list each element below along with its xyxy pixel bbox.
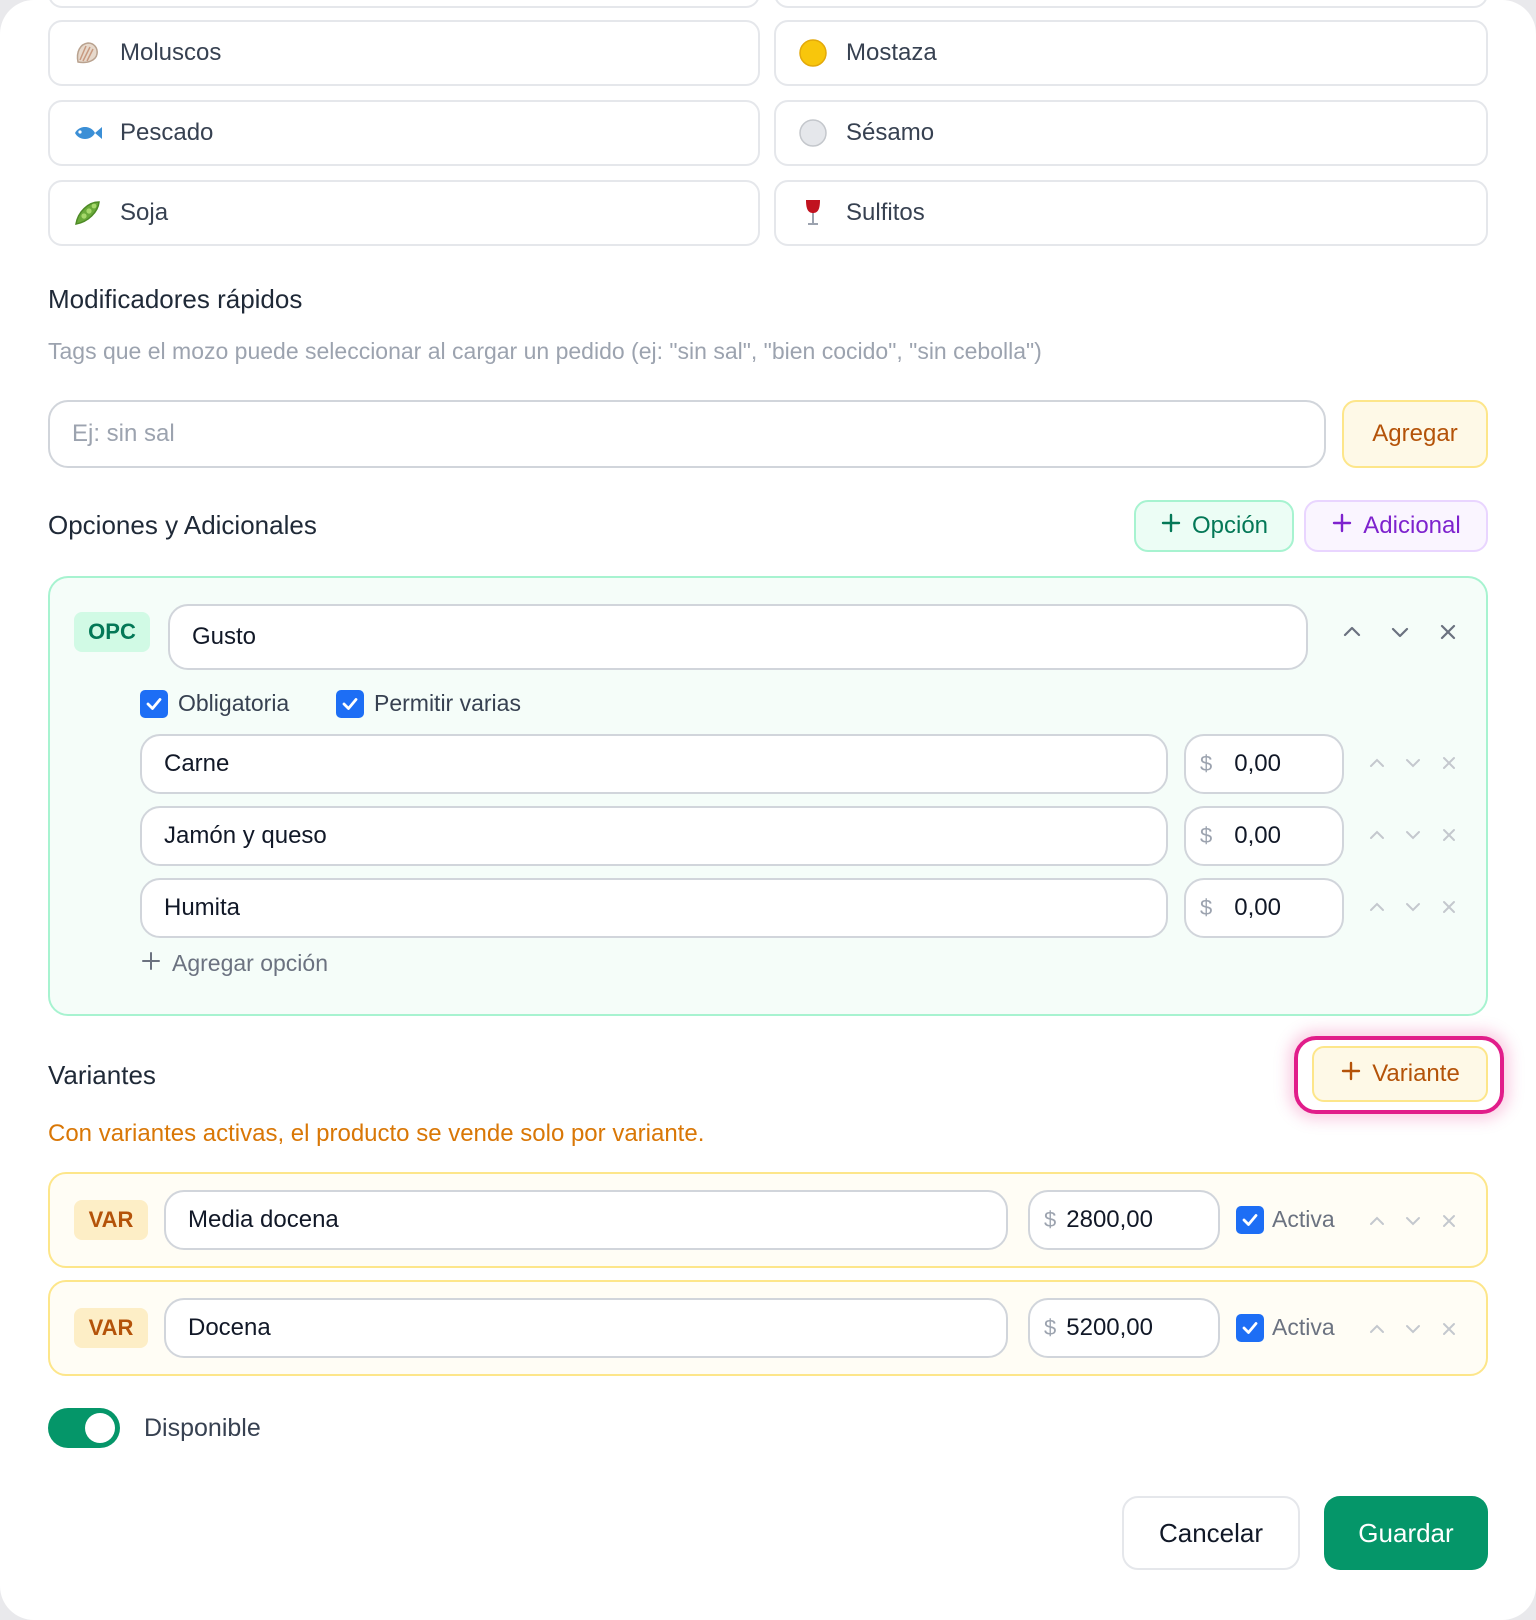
option-price-value: 0,00 <box>1234 894 1281 921</box>
multiple-label: Permitir varias <box>374 690 521 716</box>
currency-symbol: $ <box>1200 751 1213 776</box>
variant-active-checkbox[interactable] <box>1236 1314 1264 1342</box>
quick-modifiers-title: Modificadores rápidos <box>48 284 303 314</box>
variant-active-label: Activa <box>1272 1314 1335 1340</box>
allergen-card-partial[interactable] <box>774 0 1488 8</box>
wine-glass-icon <box>796 196 830 230</box>
allergen-label: Moluscos <box>120 39 222 66</box>
plus-icon <box>140 950 162 977</box>
mustard-dot-icon <box>796 36 830 70</box>
move-variant-up-icon[interactable] <box>1362 1206 1392 1236</box>
move-variant-up-icon[interactable] <box>1362 1314 1392 1344</box>
add-extra-button[interactable]: Adicional <box>1304 500 1488 552</box>
remove-variant-icon[interactable] <box>1434 1206 1464 1236</box>
allergen-label: Mostaza <box>846 39 937 66</box>
add-option-group-label: Opción <box>1191 512 1269 539</box>
option-name-input[interactable]: Jamón y queso <box>140 806 1168 866</box>
allergen-card-sesamo[interactable]: Sésamo <box>774 100 1488 166</box>
quick-modifier-input[interactable]: Ej: sin sal <box>48 400 1326 468</box>
allergen-card-mostaza[interactable]: Mostaza <box>774 20 1488 86</box>
add-extra-label: Adicional <box>1363 512 1461 539</box>
allergen-card-sulfitos[interactable]: Sulfitos <box>774 180 1488 246</box>
plus-icon <box>1331 512 1353 541</box>
variant-price-value: 2800,00 <box>1066 1206 1154 1233</box>
add-variant-button[interactable]: Variante <box>1312 1046 1488 1102</box>
save-button[interactable]: Guardar <box>1324 1496 1488 1570</box>
remove-variant-icon[interactable] <box>1434 1314 1464 1344</box>
variant-row: VAR Media docena $ 2800,00 Activa <box>48 1172 1488 1268</box>
option-price-input[interactable]: $ 0,00 <box>1184 806 1344 866</box>
availability-toggle[interactable] <box>48 1408 120 1448</box>
shell-icon <box>70 36 104 70</box>
move-variant-down-icon[interactable] <box>1398 1314 1428 1344</box>
move-option-up-icon[interactable] <box>1362 748 1392 778</box>
quick-modifiers-hint: Tags que el mozo puede seleccionar al ca… <box>48 338 1042 364</box>
currency-symbol: $ <box>1200 823 1213 848</box>
multiple-checkbox[interactable] <box>336 690 364 718</box>
currency-symbol: $ <box>1044 1207 1057 1232</box>
required-label: Obligatoria <box>178 690 290 716</box>
allergen-card-partial[interactable] <box>48 0 760 8</box>
option-price-input[interactable]: $ 0,00 <box>1184 734 1344 794</box>
toggle-knob <box>85 1413 115 1443</box>
variants-section-title: Variantes <box>48 1060 156 1090</box>
move-option-down-icon[interactable] <box>1398 748 1428 778</box>
allergen-card-moluscos[interactable]: Moluscos <box>48 20 760 86</box>
move-option-down-icon[interactable] <box>1398 892 1428 922</box>
pea-pod-icon <box>70 196 104 230</box>
remove-option-icon[interactable] <box>1434 820 1464 850</box>
variant-name-input[interactable]: Media docena <box>164 1190 1008 1250</box>
move-option-up-icon[interactable] <box>1362 820 1392 850</box>
option-group-tag: OPC <box>74 612 150 652</box>
option-group-card: OPC Gusto Obligatoria Permitir varias Ca… <box>48 576 1488 1016</box>
variant-price-value: 5200,00 <box>1066 1314 1154 1341</box>
option-name-input[interactable]: Carne <box>140 734 1168 794</box>
variant-price-input[interactable]: $ 5200,00 <box>1028 1298 1220 1358</box>
variant-row: VAR Docena $ 5200,00 Activa <box>48 1280 1488 1376</box>
add-option-item-label: Agregar opción <box>172 950 328 976</box>
add-option-group-button[interactable]: Opción <box>1134 500 1294 552</box>
variant-active-checkbox[interactable] <box>1236 1206 1264 1234</box>
allergen-label: Soja <box>120 199 169 226</box>
move-group-up-icon[interactable] <box>1334 614 1370 650</box>
product-edit-modal: Moluscos Mostaza Pescado Sésamo Soja Sul… <box>0 0 1536 1620</box>
option-group-name-input[interactable]: Gusto <box>168 604 1308 670</box>
option-name-input[interactable]: Humita <box>140 878 1168 938</box>
add-option-item-button[interactable]: Agregar opción <box>140 950 328 977</box>
variant-tag: VAR <box>74 1308 148 1348</box>
allergen-label: Sésamo <box>846 119 935 146</box>
variants-warning: Con variantes activas, el producto se ve… <box>48 1120 705 1147</box>
move-variant-down-icon[interactable] <box>1398 1206 1428 1236</box>
cancel-button[interactable]: Cancelar <box>1122 1496 1300 1570</box>
required-checkbox[interactable] <box>140 690 168 718</box>
option-price-input[interactable]: $ 0,00 <box>1184 878 1344 938</box>
remove-option-icon[interactable] <box>1434 748 1464 778</box>
allergen-card-soja[interactable]: Soja <box>48 180 760 246</box>
move-group-down-icon[interactable] <box>1382 614 1418 650</box>
add-variant-label: Variante <box>1372 1060 1460 1087</box>
currency-symbol: $ <box>1044 1315 1057 1340</box>
variant-tag: VAR <box>74 1200 148 1240</box>
variant-active-label: Activa <box>1272 1206 1335 1232</box>
plus-icon <box>1340 1060 1362 1089</box>
allergen-card-pescado[interactable]: Pescado <box>48 100 760 166</box>
add-modifier-button[interactable]: Agregar <box>1342 400 1488 468</box>
availability-label: Disponible <box>144 1414 261 1442</box>
remove-group-icon[interactable] <box>1430 614 1466 650</box>
allergen-label: Pescado <box>120 119 214 146</box>
option-price-value: 0,00 <box>1234 750 1281 777</box>
plus-icon <box>1160 512 1182 541</box>
variant-price-input[interactable]: $ 2800,00 <box>1028 1190 1220 1250</box>
options-section-title: Opciones y Adicionales <box>48 510 317 540</box>
sesame-dot-icon <box>796 116 830 150</box>
variant-name-input[interactable]: Docena <box>164 1298 1008 1358</box>
option-price-value: 0,00 <box>1234 822 1281 849</box>
move-option-down-icon[interactable] <box>1398 820 1428 850</box>
fish-icon <box>70 116 104 150</box>
move-option-up-icon[interactable] <box>1362 892 1392 922</box>
allergen-label: Sulfitos <box>846 199 925 226</box>
currency-symbol: $ <box>1200 895 1213 920</box>
remove-option-icon[interactable] <box>1434 892 1464 922</box>
